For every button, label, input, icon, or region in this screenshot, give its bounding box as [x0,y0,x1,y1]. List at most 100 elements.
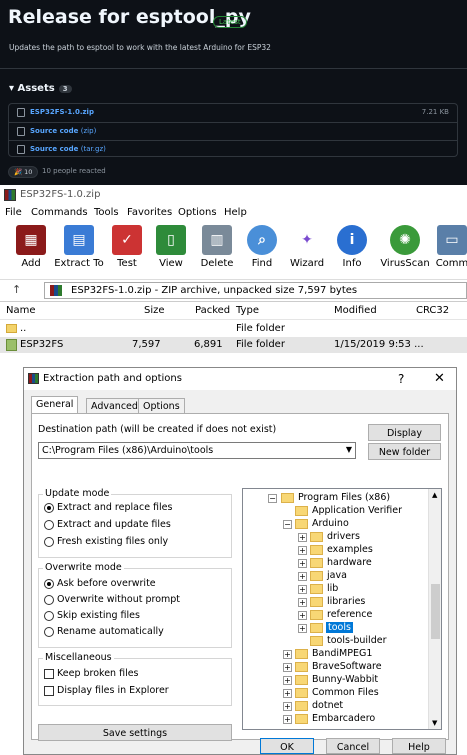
col-size[interactable]: Size [144,305,165,316]
tab-advanced[interactable]: Advanced [86,398,143,414]
archive-path-field[interactable]: ESP32FS-1.0.zip - ZIP archive, unpacked … [44,282,467,299]
scroll-thumb[interactable] [431,584,440,639]
release-description: Updates the path to esptool to work with… [9,43,271,52]
radio-option[interactable]: Skip existing files [44,610,140,621]
dialog-title: Extraction path and options [43,373,182,384]
menu-commands[interactable]: Commands [31,207,88,218]
chevron-down-icon[interactable]: ▼ [346,445,352,454]
folder-icon [295,519,308,529]
asset-link[interactable]: Source code (zip) [30,127,96,135]
col-modified[interactable]: Modified [334,305,377,316]
asset-row[interactable]: Source code (zip) [9,122,457,140]
option-label: Keep broken files [57,668,139,679]
radio[interactable] [44,594,54,605]
option-label: Fresh existing files only [57,536,169,547]
radio-option[interactable]: Rename automatically [44,626,164,637]
expand-icon[interactable]: + [283,650,292,659]
tab-general[interactable]: General [31,396,79,414]
help-button[interactable]: Help [392,738,446,754]
expand-icon[interactable]: + [298,572,307,581]
col-type[interactable]: Type [236,305,259,316]
radio-option[interactable]: Ask before overwrite [44,578,156,589]
close-icon[interactable]: ✕ [434,371,445,386]
test-button[interactable]: ✓ Test [102,225,152,277]
row-type: File folder [236,323,285,334]
checkbox[interactable] [44,685,54,696]
collapse-icon[interactable]: − [283,520,292,529]
expand-icon[interactable]: + [283,663,292,672]
scroll-down-icon[interactable]: ▼ [432,719,437,727]
scroll-up-icon[interactable]: ▲ [432,491,437,499]
expand-icon[interactable]: + [298,546,307,555]
overwrite-mode-group: Overwrite mode Ask before overwrite Over… [38,562,232,648]
menu-file[interactable]: File [5,207,22,218]
menu-bar: File Commands Tools Favorites Options He… [0,205,467,222]
reaction-button[interactable]: 🎉 10 [8,166,39,178]
toolbar: ▦ Add ▤ Extract To ✓ Test ▯ View ▥ Delete ⌕ Fi… [0,222,467,280]
new-folder-button[interactable]: New folder [368,443,441,460]
table-row[interactable]: ESP32FS 7,597 6,891 File folder 1/15/201… [0,337,467,353]
comment-button[interactable]: ▭ Comm [432,225,467,277]
extract-to-button[interactable]: ▤ Extract To [54,225,104,277]
help-question-icon[interactable]: ? [398,372,404,386]
radio[interactable] [44,519,54,530]
expand-icon[interactable]: + [298,624,307,633]
asset-link[interactable]: ESP32FS-1.0.zip [30,108,94,116]
expand-icon[interactable]: + [298,559,307,568]
radio[interactable] [44,536,54,547]
table-row[interactable]: .. File folder [0,321,467,337]
delete-button[interactable]: ▥ Delete [192,225,242,277]
view-button[interactable]: ▯ View [146,225,196,277]
wizard-button[interactable]: ✦ Wizard [282,225,332,277]
col-crc32[interactable]: CRC32 [416,305,449,316]
expand-icon[interactable]: + [283,689,292,698]
wizard-label: Wizard [289,258,325,269]
expand-icon[interactable]: + [283,715,292,724]
radio-option[interactable]: Overwrite without prompt [44,594,180,605]
asset-row[interactable]: Source code (tar.gz) [9,140,457,158]
col-packed[interactable]: Packed [195,305,230,316]
destination-path-combo[interactable]: C:\Program Files (x86)\Arduino\tools ▼ [38,442,356,459]
radio-option[interactable]: Extract and replace files [44,502,172,513]
expand-icon[interactable]: + [283,676,292,685]
checkbox-option[interactable]: Keep broken files [44,668,139,679]
menu-help[interactable]: Help [224,207,247,218]
asset-link[interactable]: Source code (tar.gz) [30,145,106,153]
folder-icon [310,597,323,607]
display-button[interactable]: Display [368,424,441,441]
menu-tools[interactable]: Tools [94,207,119,218]
cancel-button[interactable]: Cancel [326,738,380,754]
expand-icon[interactable]: + [298,533,307,542]
assets-toggle[interactable]: ▾ Assets 3 [9,83,72,94]
save-settings-button[interactable]: Save settings [38,724,232,741]
checkbox-option[interactable]: Display files in Explorer [44,685,169,696]
expand-icon[interactable]: + [298,611,307,620]
tree-label: examples [327,544,373,555]
info-button[interactable]: i Info [327,225,377,277]
radio[interactable] [44,626,54,637]
expand-icon[interactable]: + [283,702,292,711]
radio-checked[interactable] [44,502,54,513]
add-button[interactable]: ▦ Add [6,225,56,277]
tab-options[interactable]: Options [138,398,185,414]
collapse-icon[interactable]: − [268,494,277,503]
menu-options[interactable]: Options [178,207,217,218]
ok-button[interactable]: OK [260,738,314,754]
up-arrow-icon[interactable]: ↑ [12,283,21,296]
expand-icon[interactable]: + [298,585,307,594]
radio-option[interactable]: Fresh existing files only [44,536,168,547]
menu-favorites[interactable]: Favorites [127,207,172,218]
find-button[interactable]: ⌕ Find [237,225,287,277]
radio[interactable] [44,610,54,621]
folder-tree[interactable]: − Program Files (x86) Application Verifie… [242,488,442,730]
tree-scrollbar[interactable]: ▲ ▼ [428,489,441,729]
expand-icon[interactable]: + [298,598,307,607]
col-name[interactable]: Name [6,305,36,316]
radio-checked[interactable] [44,578,54,589]
checkbox[interactable] [44,668,54,679]
address-bar: ↑ ESP32FS-1.0.zip - ZIP archive, unpacke… [0,280,467,302]
tree-label: dotnet [312,700,344,711]
asset-row[interactable]: ESP32FS-1.0.zip 7.21 KB [9,104,457,122]
virusscan-button[interactable]: ✺ VirusScan [380,225,430,277]
radio-option[interactable]: Extract and update files [44,519,171,530]
